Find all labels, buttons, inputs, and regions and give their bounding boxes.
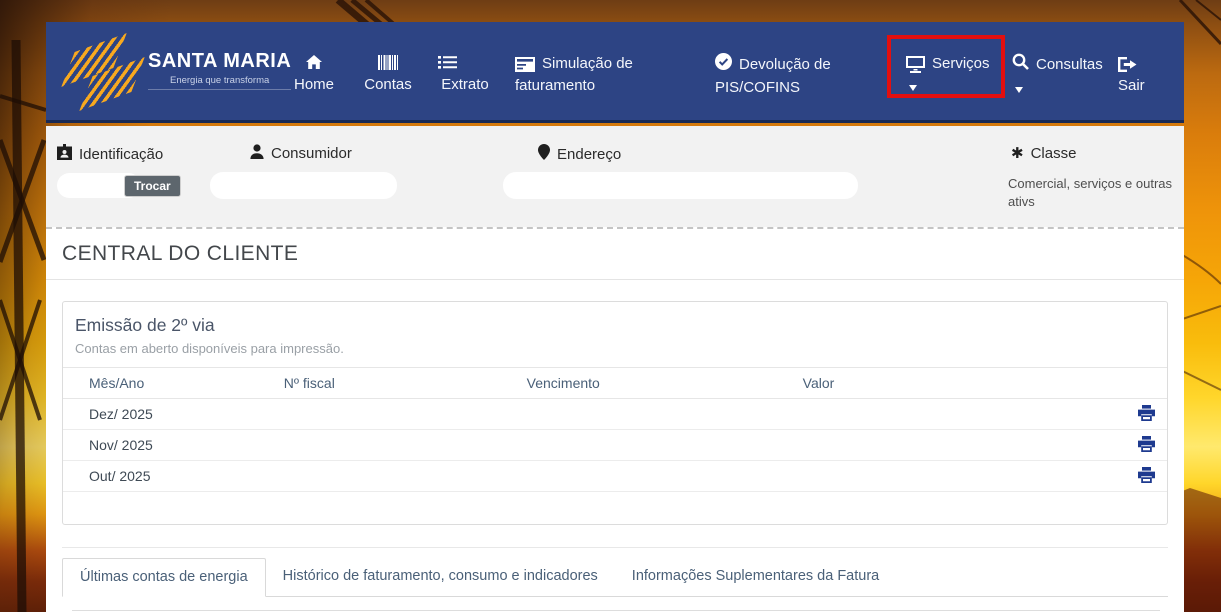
top-navbar: SANTA MARIA Energia que transforma Home … [46, 22, 1184, 123]
field-identificacao: Identificação [57, 144, 163, 164]
cell-vencimento [527, 461, 803, 492]
home-icon [288, 53, 340, 71]
monitor-icon [906, 53, 925, 75]
nav-item-label: Contas [364, 76, 412, 93]
nav-item-label-line2: faturamento [515, 75, 633, 97]
classe-value: Comercial, serviços e outras ativs [1008, 175, 1186, 210]
nav-item-servicos[interactable]: Serviços [906, 53, 990, 102]
cell-valor [803, 461, 1101, 492]
bill-icon [515, 53, 535, 75]
field-label: Consumidor [271, 145, 352, 162]
brand-logo[interactable]: SANTA MARIA Energia que transforma [62, 35, 291, 105]
page-title: CENTRAL DO CLIENTE [46, 229, 1184, 280]
nav-item-devolucao-pis-cofins[interactable]: Devolução de PIS/COFINS [715, 53, 831, 99]
trocar-button[interactable]: Trocar [124, 175, 181, 197]
nav-item-label: Home [294, 76, 334, 93]
field-label: Identificação [79, 146, 163, 163]
cell-n-fiscal [284, 461, 527, 492]
cell-n-fiscal [284, 399, 527, 430]
tab-ultimas-contas[interactable]: Últimas contas de energia [62, 558, 266, 597]
brand-name: SANTA MARIA [148, 50, 291, 73]
consumidor-value [210, 172, 397, 199]
identification-bar: Identificação Trocar Consumidor Endereço [46, 126, 1184, 227]
nav-item-label: Serviços [932, 53, 990, 75]
cell-vencimento [527, 399, 803, 430]
tab-bar: Últimas contas de energia Histórico de f… [62, 558, 1168, 597]
cell-mes-ano: Nov/ 2025 [63, 430, 284, 461]
nav-item-contas[interactable]: Contas [363, 53, 413, 93]
page: SANTA MARIA Energia que transforma Home … [0, 0, 1221, 612]
nav-item-label: Sair [1118, 75, 1145, 97]
field-classe: ✱ Classe [1011, 144, 1076, 162]
nav-item-sair[interactable]: Sair [1118, 53, 1145, 97]
cell-valor [803, 399, 1101, 430]
check-circle-icon [715, 53, 732, 77]
map-marker-icon [538, 144, 550, 164]
table-row: Nov/ 2025 [63, 430, 1167, 461]
user-icon [250, 144, 264, 163]
field-consumidor: Consumidor [250, 144, 352, 163]
nav-item-home[interactable]: Home [288, 53, 340, 93]
col-mes-ano: Mês/Ano [63, 368, 284, 399]
search-icon [1012, 53, 1029, 77]
col-valor: Valor [803, 368, 1101, 399]
nav-item-simulacao-faturamento[interactable]: Simulação de faturamento [515, 53, 633, 97]
col-n-fiscal: Nº fiscal [284, 368, 527, 399]
nav-item-consultas[interactable]: Consultas [1012, 53, 1103, 104]
print-bill-button[interactable] [1138, 436, 1155, 452]
second-copy-card: Emissão de 2º via Contas em aberto dispo… [62, 301, 1168, 525]
cell-vencimento [527, 430, 803, 461]
endereco-value [503, 172, 858, 199]
card-title: Emissão de 2º via [75, 315, 1155, 336]
asterisk-icon: ✱ [1011, 144, 1024, 162]
table-header-row: Mês/Ano Nº fiscal Vencimento Valor [63, 368, 1167, 399]
id-badge-icon [57, 144, 72, 164]
list-icon [436, 53, 494, 71]
open-bills-table: Mês/Ano Nº fiscal Vencimento Valor Dez/ … [63, 367, 1167, 492]
cell-mes-ano: Dez/ 2025 [63, 399, 284, 430]
nav-item-label-line2: PIS/COFINS [715, 77, 831, 99]
brand-tagline: Energia que transforma [148, 75, 291, 90]
field-label: Endereço [557, 146, 621, 163]
nav-item-label-line1: Simulação de [542, 53, 633, 75]
chevron-down-icon [909, 85, 917, 95]
section-divider [62, 547, 1168, 548]
tab-historico-faturamento[interactable]: Histórico de faturamento, consumo e indi… [266, 558, 615, 596]
main-panel: CENTRAL DO CLIENTE Emissão de 2º via Con… [46, 227, 1184, 612]
print-bill-button[interactable] [1138, 405, 1155, 421]
tab-informacoes-suplementares[interactable]: Informações Suplementares da Fatura [615, 558, 896, 596]
table-row: Out/ 2025 [63, 461, 1167, 492]
sign-out-icon [1118, 53, 1145, 75]
cell-valor [803, 430, 1101, 461]
cell-mes-ano: Out/ 2025 [63, 461, 284, 492]
nav-item-label: Extrato [441, 76, 489, 93]
table-row: Dez/ 2025 [63, 399, 1167, 430]
nav-item-label: Consultas [1036, 54, 1103, 76]
chevron-down-icon [1015, 87, 1023, 97]
field-endereco: Endereço [538, 144, 621, 164]
col-vencimento: Vencimento [527, 368, 803, 399]
santa-maria-logo-icon [62, 35, 142, 105]
barcode-icon [363, 53, 413, 71]
field-label: Classe [1031, 145, 1077, 162]
tab-panel-top-border [72, 610, 1160, 611]
cell-n-fiscal [284, 430, 527, 461]
card-subtitle: Contas em aberto disponíveis para impres… [75, 341, 1155, 356]
nav-item-extrato[interactable]: Extrato [436, 53, 494, 93]
nav-item-label-line1: Devolução de [739, 54, 831, 76]
print-bill-button[interactable] [1138, 467, 1155, 483]
